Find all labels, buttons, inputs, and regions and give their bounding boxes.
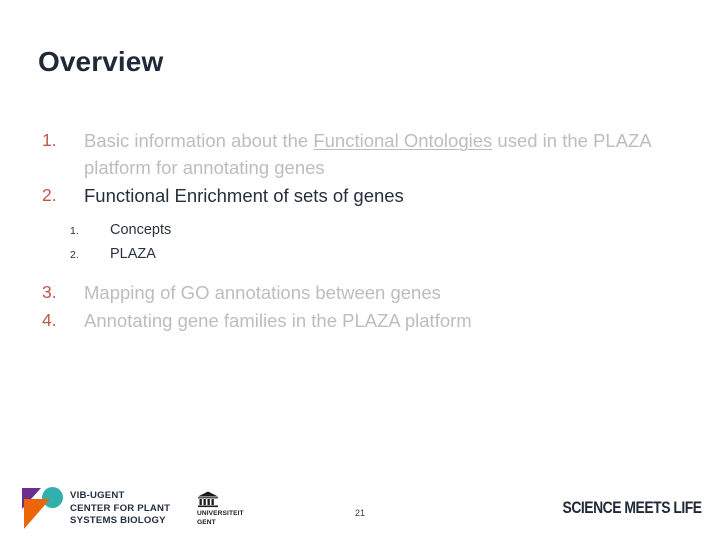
page-title: Overview bbox=[38, 46, 164, 77]
outline-item-1-text-before: Basic information about the bbox=[84, 130, 314, 151]
vib-logo-line-1: VIB-UGENT bbox=[70, 490, 125, 502]
outline-item-1-number: 1. bbox=[42, 130, 57, 150]
outline-item-3[interactable]: 3. Mapping of GO annotations between gen… bbox=[38, 280, 678, 307]
outline-item-3-text: Mapping of GO annotations between genes bbox=[84, 282, 441, 304]
outline-subitem-1-number: 1. bbox=[70, 225, 79, 238]
university-building-icon bbox=[198, 491, 218, 508]
outline-subitem-1[interactable]: 1. Concepts bbox=[66, 221, 678, 240]
outline-subitem-2[interactable]: 2. PLAZA bbox=[66, 245, 678, 264]
slide-canvas: Overview 1. Basic information about the … bbox=[0, 0, 720, 540]
outline-item-1[interactable]: 1. Basic information about the Functiona… bbox=[38, 128, 678, 182]
outline-item-4-number: 4. bbox=[42, 309, 57, 330]
outline-item-1-text-underlined: Functional Ontologies bbox=[313, 130, 493, 151]
outline-item-2-text: Functional Enrichment of sets of genes bbox=[84, 184, 404, 206]
outline-item-2[interactable]: 2. Functional Enrichment of sets of gene… bbox=[38, 183, 678, 210]
outline-item-4-text: Annotating gene families in the PLAZA pl… bbox=[84, 309, 472, 331]
ugent-logo-line-2: GENT bbox=[197, 519, 216, 527]
outline-sublist: 1. Concepts 2. PLAZA bbox=[66, 221, 678, 264]
outline-item-2-number: 2. bbox=[42, 184, 57, 205]
outline-item-1-text: Basic information about the Functional O… bbox=[84, 128, 678, 182]
slide-footer: VIB-UGENT CENTER FOR PLANT SYSTEMS BIOLO… bbox=[0, 460, 720, 540]
outline-subitem-1-label: Concepts bbox=[110, 222, 172, 239]
outline-item-3-number: 3. bbox=[42, 282, 57, 303]
outline-subitem-2-number: 2. bbox=[70, 249, 79, 262]
outline-item-4[interactable]: 4. Annotating gene families in the PLAZA… bbox=[38, 308, 678, 335]
outline-list: 1. Basic information about the Functiona… bbox=[38, 128, 678, 336]
outline-subitem-2-label: PLAZA bbox=[110, 246, 156, 263]
science-meets-life-tagline: SCIENCE MEETS LIFE bbox=[562, 498, 703, 517]
